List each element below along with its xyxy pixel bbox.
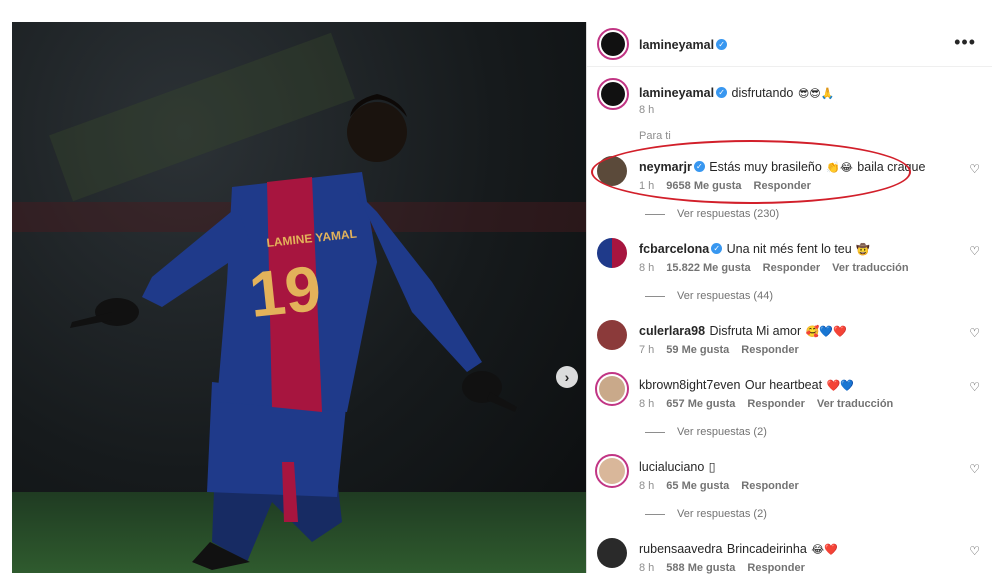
heart-outline-icon[interactable]: ♡ bbox=[969, 380, 980, 394]
caption-text: disfrutando bbox=[731, 86, 794, 100]
translate-button[interactable]: Ver traducción bbox=[832, 262, 908, 274]
comment-text: Our heartbeat bbox=[744, 378, 823, 392]
comment-likes[interactable]: 15.822 Me gusta bbox=[666, 262, 750, 274]
jersey-number: 19 bbox=[246, 252, 324, 331]
comment-emoji: ❤️💙 bbox=[826, 380, 854, 392]
caption-emoji: 😎😎🙏 bbox=[797, 88, 835, 100]
commenter-username[interactable]: fcbarcelona bbox=[639, 242, 709, 256]
section-label: Para ti bbox=[639, 130, 671, 142]
comment-time: 8 h bbox=[639, 398, 655, 410]
heart-outline-icon[interactable]: ♡ bbox=[969, 162, 980, 176]
view-replies-label: Ver respuestas (230) bbox=[677, 208, 780, 220]
comment-text: ▯ bbox=[708, 460, 716, 474]
post-header: lamineyamal ✓ ••• bbox=[587, 22, 992, 67]
verified-badge-icon: ✓ bbox=[716, 39, 728, 51]
player-illustration: LAMINE YAMAL 19 bbox=[12, 32, 586, 573]
next-image-button[interactable]: › bbox=[556, 366, 578, 388]
commenter-avatar[interactable] bbox=[595, 454, 629, 488]
comment-likes[interactable]: 657 Me gusta bbox=[666, 398, 735, 410]
reply-button[interactable]: Responder bbox=[763, 262, 820, 274]
verified-badge-icon: ✓ bbox=[711, 243, 723, 255]
author-avatar[interactable] bbox=[597, 28, 629, 60]
view-replies-button[interactable]: Ver respuestas (2) bbox=[645, 508, 767, 520]
comment-text: Brincadeirinha bbox=[726, 542, 807, 556]
view-replies-label: Ver respuestas (2) bbox=[677, 508, 767, 520]
caption-avatar[interactable] bbox=[597, 78, 629, 110]
reply-button[interactable]: Responder bbox=[747, 562, 804, 574]
heart-outline-icon[interactable]: ♡ bbox=[969, 462, 980, 476]
reply-button[interactable]: Responder bbox=[741, 480, 798, 492]
heart-outline-icon[interactable]: ♡ bbox=[969, 244, 980, 258]
view-replies-button[interactable]: Ver respuestas (44) bbox=[645, 290, 773, 302]
commenter-avatar[interactable] bbox=[597, 320, 627, 350]
commenter-username[interactable]: lucialuciano bbox=[639, 460, 704, 474]
commenter-username[interactable]: kbrown8ight7even bbox=[639, 378, 740, 392]
caption-time: 8 h bbox=[639, 104, 655, 116]
commenter-avatar[interactable] bbox=[597, 238, 627, 268]
author-username[interactable]: lamineyamal bbox=[639, 38, 714, 52]
view-replies-button[interactable]: Ver respuestas (230) bbox=[645, 208, 779, 220]
comment-likes[interactable]: 588 Me gusta bbox=[666, 562, 735, 574]
commenter-username[interactable]: culerlara98 bbox=[639, 324, 705, 338]
caption-username[interactable]: lamineyamal bbox=[639, 86, 714, 100]
view-replies-label: Ver respuestas (44) bbox=[677, 290, 773, 302]
view-replies-label: Ver respuestas (2) bbox=[677, 426, 767, 438]
comment-emoji: 😂❤️ bbox=[811, 544, 838, 556]
more-options-icon[interactable]: ••• bbox=[954, 32, 976, 53]
chevron-right-icon: › bbox=[564, 369, 570, 385]
comment-text: Disfruta Mi amor bbox=[709, 324, 802, 338]
annotation-circle bbox=[591, 140, 911, 204]
comments-panel: lamineyamal ✓ ••• lamineyamal ✓ disfrutand… bbox=[587, 22, 992, 581]
commenter-avatar[interactable] bbox=[597, 538, 627, 568]
reply-button[interactable]: Responder bbox=[747, 398, 804, 410]
commenter-username[interactable]: rubensaavedra bbox=[639, 542, 722, 556]
translate-button[interactable]: Ver traducción bbox=[817, 398, 893, 410]
verified-badge-icon: ✓ bbox=[716, 87, 728, 99]
comment-time: 7 h bbox=[639, 344, 655, 356]
comment-time: 8 h bbox=[639, 480, 655, 492]
comment-time: 8 h bbox=[639, 562, 655, 574]
comment-emoji: 🤠 bbox=[856, 244, 870, 256]
reply-button[interactable]: Responder bbox=[741, 344, 798, 356]
comment-time: 8 h bbox=[639, 262, 655, 274]
comment-likes[interactable]: 65 Me gusta bbox=[666, 480, 729, 492]
comment-likes[interactable]: 59 Me gusta bbox=[666, 344, 729, 356]
post-photo: LAMINE YAMAL 19 bbox=[12, 22, 586, 573]
heart-outline-icon[interactable]: ♡ bbox=[969, 544, 980, 558]
comment-emoji: 🥰💙❤️ bbox=[805, 326, 847, 338]
comment-text: Una nit més fent lo teu bbox=[726, 242, 852, 256]
heart-outline-icon[interactable]: ♡ bbox=[969, 326, 980, 340]
commenter-avatar[interactable] bbox=[595, 372, 629, 406]
view-replies-button[interactable]: Ver respuestas (2) bbox=[645, 426, 767, 438]
